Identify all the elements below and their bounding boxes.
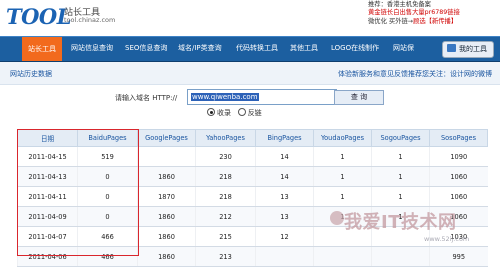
cell-google: 1860	[137, 246, 196, 267]
cell-bing	[255, 246, 314, 267]
cell-bing: 13	[255, 186, 314, 207]
cell-date: 2011-04-11	[17, 186, 78, 207]
feedback-notice-link[interactable]: 体验新服务和意见反馈推荐您关注：设计网的微博	[338, 69, 492, 79]
radio-backlinks-dot	[237, 108, 246, 116]
cell-baidu: 466	[77, 226, 138, 247]
cell-baidu: 519	[77, 146, 138, 167]
cell-baidu: 0	[77, 186, 138, 207]
nav-item-code-convert[interactable]: 代码转换工具	[236, 43, 278, 53]
ad-block: 推荐：香港主机免备案 黄金链长白出售大量pr6789链接 微优化 买外链→顾选【…	[368, 1, 498, 26]
cell-google	[137, 146, 196, 167]
table-row: 2011-04-15 519 230 14 1 1 1090	[17, 146, 488, 167]
cell-google: 1860	[137, 226, 196, 247]
col-sogou: SogouPages	[371, 129, 430, 147]
col-google: GooglePages	[137, 129, 196, 147]
watermark-url: www.52ij.com	[424, 235, 470, 243]
sub-bar: 网站历史数据 体验新服务和意见反馈推荐您关注：设计网的微博	[0, 62, 500, 85]
nav-item-seo-info[interactable]: SEO信息查询	[125, 43, 167, 53]
watermark-title: 我爱IT技术网	[344, 212, 457, 233]
domain-input[interactable]: www.qiwenba.com	[187, 89, 337, 105]
col-bing: BingPages	[255, 129, 314, 147]
radio-backlinks[interactable]: 反链	[237, 108, 262, 117]
cell-yahoo: 218	[195, 186, 256, 207]
cell-bing: 14	[255, 146, 314, 167]
nav-item-site-protect[interactable]: 网站保	[393, 43, 414, 53]
query-form: 请输入域名 HTTP:// www.qiwenba.com 查 询 收录 反链	[0, 88, 500, 128]
domain-input-label: 请输入域名 HTTP://	[115, 94, 178, 102]
radio-indexed-dot	[207, 108, 215, 116]
col-youdao: YoudaoPages	[313, 129, 372, 147]
cell-yahoo: 212	[195, 206, 256, 227]
cell-sogou: 1	[371, 186, 430, 207]
cell-soso: 1060	[429, 186, 488, 207]
cell-youdao: 1	[313, 146, 372, 167]
nav-item-domain-ip[interactable]: 域名/IP类查询	[178, 43, 222, 53]
cell-sogou: 1	[371, 166, 430, 187]
ad-line-2[interactable]: 黄金链长白出售大量pr6789链接	[368, 9, 498, 17]
cell-baidu: 0	[77, 166, 138, 187]
cell-soso: 1060	[429, 166, 488, 187]
my-tools-button[interactable]: 我的工具	[442, 41, 494, 58]
table-header-row: 日期 BaiduPages GooglePages YahooPages Bin…	[17, 129, 488, 147]
toolbox-icon	[447, 44, 456, 52]
cell-google: 1860	[137, 166, 196, 187]
col-date: 日期	[17, 129, 78, 147]
cell-date: 2011-04-07	[17, 226, 78, 247]
col-yahoo: YahooPages	[195, 129, 256, 147]
site-logo[interactable]: TOOL	[6, 4, 71, 29]
cell-youdao: 1	[313, 166, 372, 187]
cell-baidu: 466	[77, 246, 138, 267]
watermark-logo-icon	[330, 211, 344, 225]
query-button[interactable]: 查 询	[334, 90, 384, 105]
cell-date: 2011-04-15	[17, 146, 78, 167]
col-baidu: BaiduPages	[77, 129, 138, 147]
cell-yahoo: 213	[195, 246, 256, 267]
cell-google: 1870	[137, 186, 196, 207]
cell-date: 2011-04-06	[17, 246, 78, 267]
query-type-radios: 收录 反链	[207, 108, 262, 118]
ad-line-3-prefix: 微优化 买外链→	[368, 17, 414, 25]
table-row: 2011-04-13 0 1860 218 14 1 1 1060	[17, 166, 488, 187]
radio-indexed[interactable]: 收录	[207, 108, 231, 117]
ad-line-3-link[interactable]: 顾选【新传播】	[413, 18, 457, 25]
ad-line-3[interactable]: 微优化 买外链→顾选【新传播】	[368, 18, 498, 26]
my-tools-label: 我的工具	[459, 45, 487, 53]
cell-yahoo: 215	[195, 226, 256, 247]
main-nav: 站长工具 网站信息查询 SEO信息查询 域名/IP类查询 代码转换工具 其他工具…	[0, 36, 500, 62]
cell-bing: 14	[255, 166, 314, 187]
nav-item-logo-maker[interactable]: LOGO在线制作	[331, 43, 379, 53]
cell-sogou: 1	[371, 146, 430, 167]
cell-baidu: 0	[77, 206, 138, 227]
cell-date: 2011-04-09	[17, 206, 78, 227]
site-domain: tool.chinaz.com	[64, 16, 116, 24]
cell-youdao: 1	[313, 186, 372, 207]
cell-google: 1860	[137, 206, 196, 227]
header: TOOL 站长工具 tool.chinaz.com 推荐：香港主机免备案 黄金链…	[0, 0, 500, 34]
cell-yahoo: 230	[195, 146, 256, 167]
domain-input-value: www.qiwenba.com	[191, 93, 259, 101]
cell-yahoo: 218	[195, 166, 256, 187]
table-row: 2011-04-11 0 1870 218 13 1 1 1060	[17, 186, 488, 207]
nav-item-site-info[interactable]: 网站信息查询	[71, 43, 113, 53]
nav-item-other-tools[interactable]: 其他工具	[290, 43, 318, 53]
cell-bing: 13	[255, 206, 314, 227]
page-title: 网站历史数据	[10, 70, 52, 78]
cell-bing: 12	[255, 226, 314, 247]
cell-soso: 1090	[429, 146, 488, 167]
watermark: 我爱IT技术网 www.52ij.com	[330, 205, 500, 254]
radio-indexed-label: 收录	[217, 109, 231, 117]
radio-backlinks-label: 反链	[247, 109, 262, 117]
col-soso: SosoPages	[429, 129, 488, 147]
cell-date: 2011-04-13	[17, 166, 78, 187]
nav-item-tools[interactable]: 站长工具	[22, 37, 62, 61]
